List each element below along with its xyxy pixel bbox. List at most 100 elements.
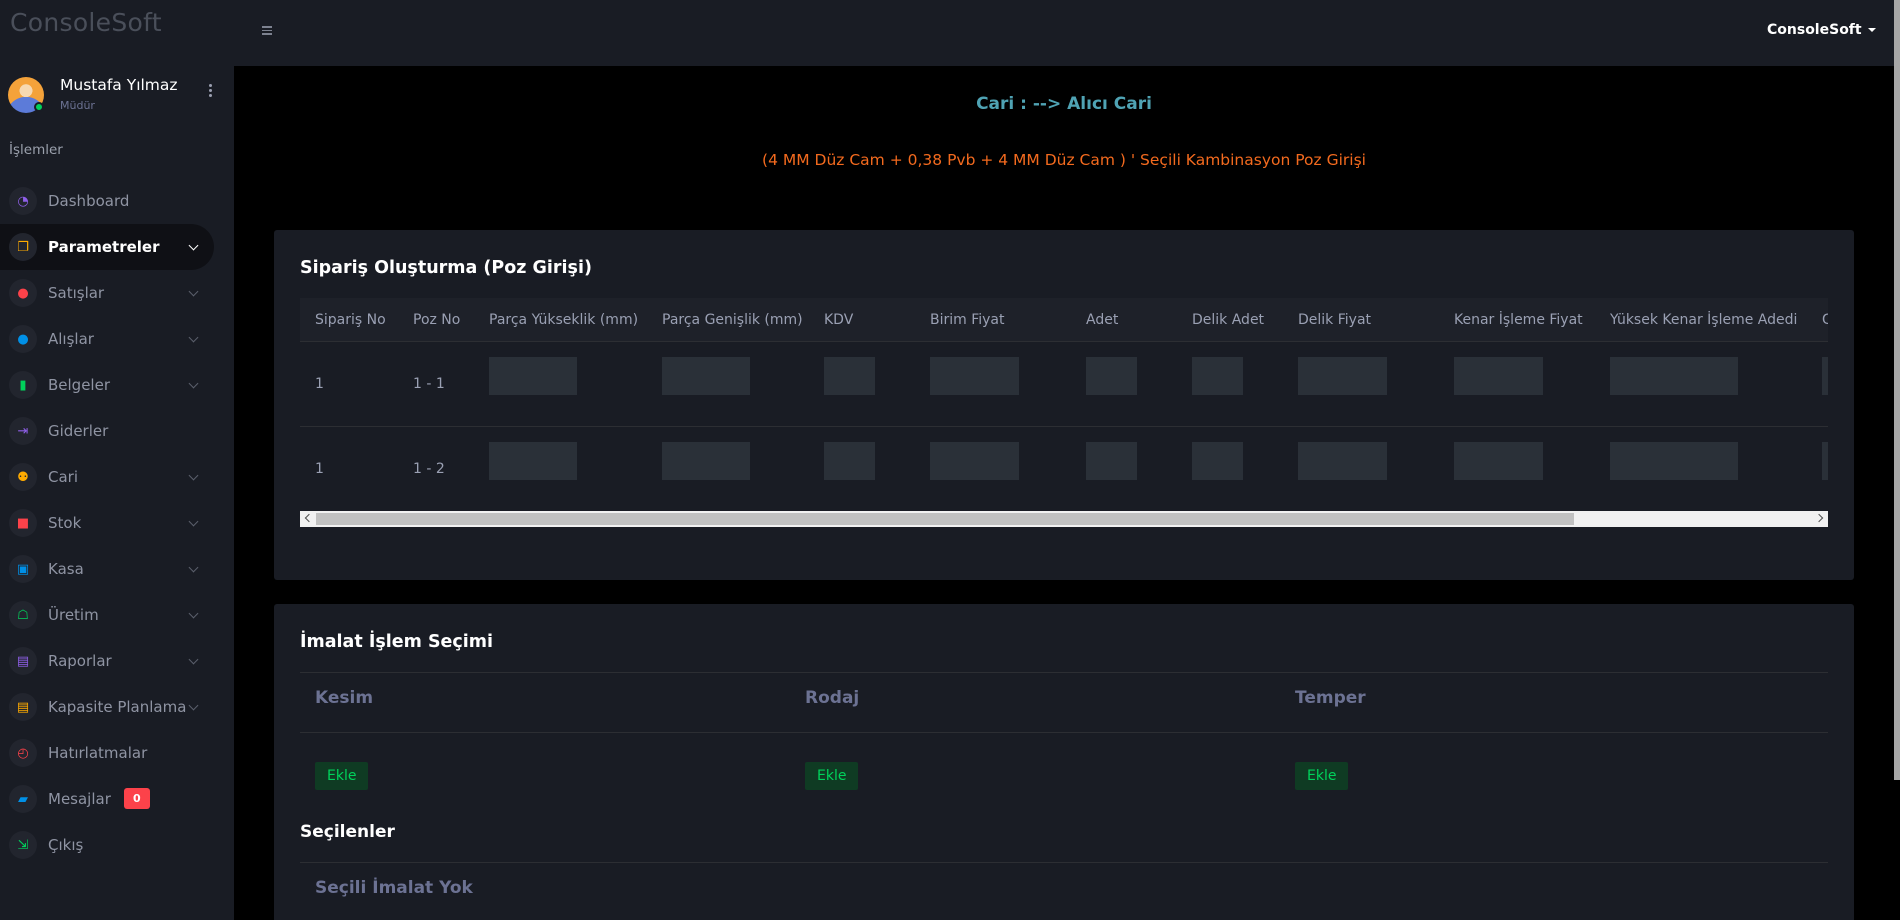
sidebar-item-parametreler[interactable]: ❐ Parametreler [0, 224, 214, 270]
chevron-down-icon[interactable] [188, 378, 199, 389]
sidebar-item-raporlar[interactable]: ▤ Raporlar [0, 638, 234, 684]
imalat-card: İmalat İşlem Seçimi Kesim Rodaj Temper E… [274, 604, 1854, 920]
yuksek-kenar-isleme-adedi-input[interactable] [1610, 357, 1738, 395]
brand-logo[interactable]: ConsoleSoft [10, 8, 162, 37]
sidebar-menu: ◔ Dashboard ❐ Parametreler ● Satışlar ● Alışlar… [0, 178, 234, 868]
sidebar-item-kasa[interactable]: ▣ Kasa [0, 546, 234, 592]
kenar-isleme-fiyat-input[interactable] [1454, 357, 1543, 395]
order-entry-card: Sipariş Oluşturma (Poz Girişi) Sipariş N… [274, 230, 1854, 580]
divider [300, 732, 1828, 733]
adet-input[interactable] [1086, 357, 1137, 395]
chevron-down-icon[interactable] [188, 516, 199, 527]
kdv-input[interactable] [824, 442, 875, 480]
chevron-down-icon[interactable] [188, 470, 199, 481]
yukseklik-input[interactable] [489, 442, 577, 480]
col-temper: Temper [1295, 688, 1366, 708]
logout-icon-glyph: ⇲ [17, 837, 29, 853]
sidebar-item-label: Parametreler [48, 238, 160, 256]
col-header-delik-adet: Delik Adet [1192, 312, 1265, 328]
sidebar-section-title: İşlemler [9, 142, 63, 158]
col-header-delik-fiyat: Delik Fiyat [1298, 312, 1372, 328]
sidebar-item-label: Belgeler [48, 376, 110, 394]
arrow-right-icon: ⇥ [9, 417, 37, 445]
message-icon-glyph: ▰ [18, 791, 28, 807]
genislik-input[interactable] [662, 357, 750, 395]
minus-circle-icon: ● [9, 325, 37, 353]
sidebar-item-stok[interactable]: ■ Stok [0, 500, 234, 546]
sidebar-item-üretim[interactable]: ☖ Üretim [0, 592, 234, 638]
scroll-right-icon[interactable] [1814, 513, 1824, 523]
alarm-icon: ◴ [9, 739, 37, 767]
col-rodaj: Rodaj [805, 688, 860, 708]
sidebar-item-alışlar[interactable]: ● Alışlar [0, 316, 234, 362]
alarm-icon-glyph: ◴ [17, 745, 29, 761]
sidebar-item-giderler[interactable]: ⇥ Giderler [0, 408, 234, 454]
imalat-card-title: İmalat İşlem Seçimi [300, 632, 494, 652]
chevron-down-icon[interactable] [188, 562, 199, 573]
sidebar-item-mesajlar[interactable]: ▰ Mesajlar 0 [0, 776, 234, 822]
sidebar-item-hatırlatmalar[interactable]: ◴ Hatırlatmalar [0, 730, 234, 776]
sidebar-item-label: Üretim [48, 606, 99, 624]
birim-fiyat-input[interactable] [930, 442, 1019, 480]
sidebar-item-satışlar[interactable]: ● Satışlar [0, 270, 234, 316]
layers-icon-glyph: ❐ [17, 239, 29, 255]
sidebar-item-çıkış[interactable]: ⇲ Çıkış [0, 822, 234, 868]
menu-toggle-icon[interactable] [262, 26, 272, 37]
sidebar-item-belgeler[interactable]: ▮ Belgeler [0, 362, 234, 408]
sidebar-item-label: Alışlar [48, 330, 94, 348]
scroll-left-icon[interactable] [304, 513, 314, 523]
sidebar-item-label: Raporlar [48, 652, 112, 670]
chevron-down-icon[interactable] [188, 654, 199, 665]
chevron-down-icon[interactable] [188, 700, 199, 711]
cash-icon: ▣ [9, 555, 37, 583]
kdv-input[interactable] [824, 357, 875, 395]
clipboard-list-icon: ▤ [9, 693, 37, 721]
clipboard-icon: ▤ [9, 647, 37, 675]
book-icon-glyph: ▮ [19, 377, 27, 393]
delik-fiyat-input[interactable] [1298, 357, 1387, 395]
chevron-down-icon[interactable] [188, 608, 199, 619]
add-kesim-button[interactable]: Ekle [315, 762, 369, 790]
chevron-down-icon[interactable] [188, 332, 199, 343]
more-vertical-icon[interactable] [203, 82, 217, 102]
box-icon-glyph: ■ [16, 515, 30, 531]
yuksek-kenar-isleme-adedi-input[interactable] [1610, 442, 1738, 480]
cell-siparis-no: 1 [315, 461, 324, 477]
birim-fiyat-input[interactable] [930, 357, 1019, 395]
add-rodaj-button[interactable]: Ekle [805, 762, 859, 790]
user-dropdown[interactable]: ConsoleSoft [1767, 22, 1876, 38]
col-header-adet: Adet [1086, 312, 1119, 328]
sidebar-item-label: Mesajlar [48, 790, 111, 808]
chevron-down-icon[interactable] [188, 286, 199, 297]
delik-fiyat-input[interactable] [1298, 442, 1387, 480]
layers-icon: ❐ [9, 233, 37, 261]
yukseklik-input[interactable] [489, 357, 577, 395]
chevron-down-icon[interactable] [188, 240, 199, 251]
col-header-clipped: G [1822, 312, 1828, 328]
box-icon: ■ [9, 509, 37, 537]
col-header-kdv: KDV [824, 312, 854, 328]
avatar[interactable] [8, 77, 44, 113]
kenar-isleme-fiyat-input[interactable] [1454, 442, 1543, 480]
clipped-input[interactable] [1822, 357, 1828, 395]
genislik-input[interactable] [662, 442, 750, 480]
adet-input[interactable] [1086, 442, 1137, 480]
delik-adet-input[interactable] [1192, 357, 1243, 395]
sidebar-item-label: Hatırlatmalar [48, 744, 148, 762]
clipped-input[interactable] [1822, 442, 1828, 480]
cash-icon-glyph: ▣ [16, 561, 30, 577]
sidebar-item-dashboard[interactable]: ◔ Dashboard [0, 178, 234, 224]
scrollbar-thumb[interactable] [316, 513, 1574, 525]
col-header-poz-no: Poz No [413, 312, 461, 328]
table-row: 1 1 - 1 [300, 342, 1828, 427]
sidebar-item-label: Cari [48, 468, 78, 486]
add-temper-button[interactable]: Ekle [1295, 762, 1349, 790]
sidebar-item-kapasite-planlama[interactable]: ▤ Kapasite Planlama [0, 684, 234, 730]
delik-adet-input[interactable] [1192, 442, 1243, 480]
user-profile: Mustafa Yılmaz Müdür [8, 76, 218, 116]
table-horizontal-scrollbar[interactable] [300, 511, 1828, 527]
sidebar-item-cari[interactable]: ⚉ Cari [0, 454, 234, 500]
topbar: ConsoleSoft [234, 0, 1894, 66]
order-card-title: Sipariş Oluşturma (Poz Girişi) [300, 258, 592, 278]
page-scrollbar[interactable] [1894, 0, 1900, 780]
